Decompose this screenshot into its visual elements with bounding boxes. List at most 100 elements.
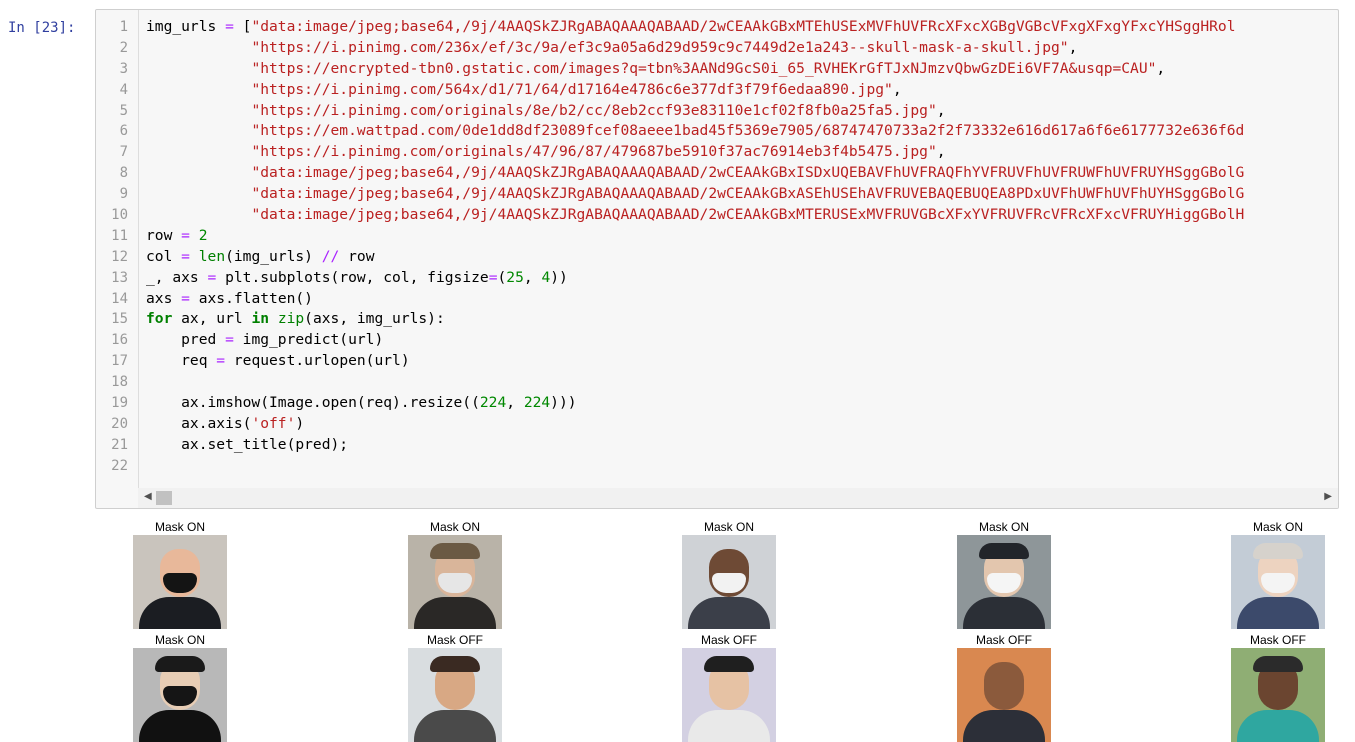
prediction-title: Mask ON <box>154 633 205 647</box>
line-number: 7 <box>119 144 128 161</box>
line-number: 10 <box>111 207 128 224</box>
code-line: "data:image/jpeg;base64,/9j/4AAQSkZJRgAB… <box>146 163 1338 184</box>
prediction-title: Mask OFF <box>976 633 1032 647</box>
face-photo <box>957 535 1051 629</box>
code-token: , <box>1068 38 1078 56</box>
code-cell[interactable]: 1 2 3 4 5 6 7 8 9 10 11 12 13 14 15 16 17 18 19 20 21 22 img_… <box>95 9 1339 509</box>
horizontal-scrollbar[interactable]: ◀ ▶ <box>138 488 1338 508</box>
hat-or-hair <box>155 656 205 672</box>
prediction-title: Mask ON <box>1252 520 1303 534</box>
face-photo <box>133 535 227 629</box>
person-torso <box>688 710 770 742</box>
prediction-panel: Mask ON <box>405 520 505 629</box>
code-token: = <box>207 268 217 286</box>
code-token: "data:image/jpeg;base64,/9j/4AAQSkZJRgAB… <box>251 206 1245 224</box>
person-torso <box>1237 597 1319 629</box>
line-number: 13 <box>111 269 128 286</box>
face-photo <box>957 648 1051 742</box>
person-torso <box>963 710 1045 742</box>
prediction-title: Mask OFF <box>1250 633 1306 647</box>
code-token: = <box>181 247 190 265</box>
scroll-right-icon[interactable]: ▶ <box>1324 491 1332 502</box>
code-token: axs.flatten() <box>189 289 313 307</box>
hat-or-hair <box>430 656 480 672</box>
code-token: )) <box>550 268 568 286</box>
code-line: ax.set_title(pred); <box>146 435 1338 456</box>
code-token: axs <box>146 289 182 307</box>
code-line: req = request.urlopen(url) <box>146 351 1338 372</box>
line-number: 5 <box>119 102 128 119</box>
code-token: (img_urls) <box>225 247 322 265</box>
face-photo <box>408 648 502 742</box>
code-token: = <box>225 18 234 35</box>
code-token: len <box>198 247 226 265</box>
line-number: 17 <box>111 353 128 370</box>
line-number: 1 <box>119 19 128 35</box>
code-editor[interactable]: img_urls = ["data:image/jpeg;base64,/9j/… <box>146 17 1338 487</box>
scrollbar-thumb[interactable] <box>156 491 172 505</box>
face-photo <box>133 648 227 742</box>
code-token: img_urls <box>146 18 226 35</box>
code-token: "data:image/jpeg;base64,/9j/4AAQSkZJRgAB… <box>251 185 1245 203</box>
line-number: 2 <box>119 39 128 56</box>
code-token: ))) <box>550 394 577 412</box>
code-token: 4 <box>541 268 551 286</box>
code-token: 'off' <box>251 414 296 432</box>
prediction-title: Mask ON <box>703 520 754 534</box>
prediction-panel: Mask OFF <box>679 633 779 742</box>
prediction-title: Mask ON <box>978 520 1029 534</box>
face-photo <box>682 648 776 742</box>
code-token: 2 <box>198 226 208 244</box>
code-line: _, axs = plt.subplots(row, col, figsize=… <box>146 268 1338 289</box>
line-number: 3 <box>119 60 128 77</box>
line-number: 16 <box>111 332 128 349</box>
line-number-gutter: 1 2 3 4 5 6 7 8 9 10 11 12 13 14 15 16 17 18 19 20 21 22 <box>96 10 139 488</box>
code-line: col = len(img_urls) // row <box>146 247 1338 268</box>
code-token: "https://i.pinimg.com/originals/8e/b2/cc… <box>251 101 937 119</box>
line-number: 12 <box>111 248 128 265</box>
code-line: "https://i.pinimg.com/originals/47/96/87… <box>146 142 1338 163</box>
prediction-panel: Mask ON <box>679 520 779 629</box>
code-line: for ax, url in zip(axs, img_urls): <box>146 309 1338 330</box>
code-token: (axs, img_urls): <box>304 310 445 328</box>
code-token: , <box>1156 59 1166 77</box>
code-token: _, axs <box>146 268 208 286</box>
code-line: "https://encrypted-tbn0.gstatic.com/imag… <box>146 59 1338 80</box>
code-token: in <box>251 310 270 328</box>
code-token: ax, url <box>172 310 252 328</box>
person-torso <box>139 597 221 629</box>
code-token: ( <box>497 268 507 286</box>
face-photo <box>408 535 502 629</box>
code-token: , <box>506 394 524 412</box>
person-torso <box>963 597 1045 629</box>
hat-or-hair <box>430 543 480 559</box>
scroll-left-icon[interactable]: ◀ <box>144 491 152 502</box>
line-number: 4 <box>119 81 128 98</box>
prediction-title: Mask OFF <box>701 633 757 647</box>
code-line: "https://i.pinimg.com/originals/8e/b2/cc… <box>146 101 1338 122</box>
code-token: ax.imshow(Image.open(req).resize(( <box>146 394 480 412</box>
code-token: plt.subplots(row, col, figsize <box>216 268 489 286</box>
code-token: "https://em.wattpad.com/0de1dd8df23089fc… <box>251 122 1245 140</box>
line-number: 22 <box>111 457 128 474</box>
code-token: "data:image/jpeg;base64,/9j/4AAQSkZJRgAB… <box>251 18 1236 35</box>
line-number: 21 <box>111 436 128 453</box>
code-token: = <box>216 352 226 370</box>
prediction-panel: Mask ON <box>130 633 230 742</box>
code-token: "https://i.pinimg.com/564x/d1/71/64/d171… <box>251 80 893 98</box>
prediction-panel: Mask ON <box>130 520 230 629</box>
code-token: "data:image/jpeg;base64,/9j/4AAQSkZJRgAB… <box>251 164 1245 182</box>
code-token: request.urlopen(url) <box>225 352 410 370</box>
hat-or-hair <box>1253 656 1303 672</box>
code-token: row <box>146 226 182 244</box>
face-photo <box>1231 648 1325 742</box>
person-torso <box>414 597 496 629</box>
prediction-title: Mask ON <box>154 520 205 534</box>
